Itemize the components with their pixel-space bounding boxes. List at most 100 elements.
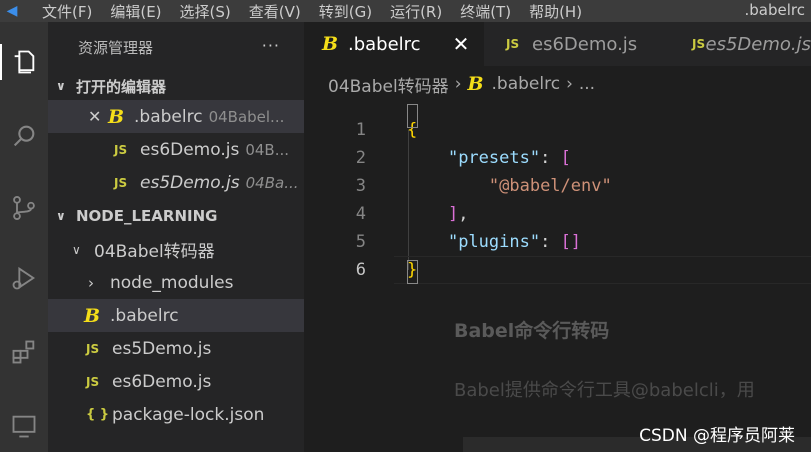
code-text: ], [407,200,469,228]
workspace-section[interactable]: ∨ NODE_LEARNING [48,199,304,233]
ghost-text: Babel提供命令行工具@babelcli，用 [454,380,755,401]
menu-edit[interactable]: 编辑(E) [110,1,161,22]
code-token: [] [560,232,582,252]
menu-run[interactable]: 运行(R) [390,1,442,22]
code-line[interactable]: 2 "presets": [ [304,144,811,172]
tree-item-es6demo[interactable]: JS es6Demo.js [48,365,304,398]
code-line[interactable]: 4 ], [304,200,811,228]
breadcrumb-file[interactable]: .babelrc [492,74,561,94]
tree-item-package-lock[interactable]: { } package-lock.json [48,398,304,431]
line-number: 3 [355,176,366,196]
code-text: "presets": [ [407,144,571,172]
line-number: 5 [355,232,366,252]
line-number: 6 [355,260,366,280]
tab-label: es5Demo.js [705,33,811,55]
explorer-title: 资源管理器 [78,38,154,57]
open-editor-item[interactable]: JS es6Demo.js 04B... [48,133,304,166]
explorer-header: 资源管理器 ··· [48,22,304,72]
code-token: "@babel/env" [488,176,612,196]
close-icon[interactable]: ✕ [88,107,108,126]
open-editor-desc: 04B... [245,140,290,159]
babel-icon: B [84,304,101,327]
tree-item-babelrc[interactable]: B .babelrc [48,299,304,332]
js-icon: JS [86,374,100,389]
open-editors-title: 打开的编辑器 [76,77,167,96]
open-editor-desc: 04Babel... [208,107,285,126]
tab-label: .babelrc [348,33,421,55]
code-editor[interactable]: Babel命令行转码 Babel提供命令行工具@babelcli，用 1{2 "… [304,102,811,452]
babel-icon: B [467,73,484,95]
vscode-logo-icon: ◀ [6,3,18,19]
code-line[interactable]: 1{ [304,116,811,144]
tree-item-label: es6Demo.js [112,371,212,392]
code-token: "plugins" [447,232,541,252]
chevron-down-icon: ∨ [72,242,81,257]
line-number: 1 [355,120,366,140]
chevron-right-icon: › [88,273,94,292]
js-icon: JS [114,142,128,157]
code-token: ] [447,204,459,224]
search-icon[interactable] [0,112,48,160]
tab-es6demo[interactable]: JS es6Demo.js [484,22,674,66]
breadcrumb-folder[interactable]: 04Babel转码器 [328,72,449,97]
json-icon: { } [86,407,110,422]
code-line[interactable]: 5 "plugins": [] [304,228,811,256]
more-actions-icon[interactable]: ··· [262,36,280,55]
explorer-icon[interactable] [0,38,48,86]
js-icon: JS [86,341,100,356]
code-token: "presets" [447,148,541,168]
breadcrumb-more[interactable]: ... [579,74,595,94]
chevron-right-icon: › [566,74,573,94]
code-line[interactable]: 3 "@babel/env" [304,172,811,200]
open-editors-section[interactable]: ∨ 打开的编辑器 [48,72,304,100]
menu-go[interactable]: 转到(G) [319,1,372,22]
open-editor-desc: 04Ba... [245,173,299,192]
tab-label: es6Demo.js [532,33,638,55]
workspace-title: NODE_LEARNING [76,207,218,225]
code-line[interactable]: 6} [304,256,811,284]
current-line-highlight [394,256,811,284]
open-editor-item[interactable]: JS es5Demo.js 04Ba... [48,166,304,199]
js-icon: JS [114,175,128,190]
code-token: , [458,204,469,224]
menu-terminal[interactable]: 终端(T) [460,1,511,22]
open-editor-item[interactable]: ✕ B .babelrc 04Babel... [48,100,304,133]
open-editor-name: es6Demo.js [140,139,240,160]
watermark: CSDN @程序员阿莱 [639,426,795,446]
tree-item-node-modules[interactable]: › node_modules [48,266,304,299]
chevron-right-icon: › [454,74,462,94]
source-control-icon[interactable] [0,184,48,232]
open-editor-name: es5Demo.js [140,172,240,193]
title-bar: ◀ 文件(F) 编辑(E) 选择(S) 查看(V) 转到(G) 运行(R) 终端… [0,0,811,22]
folder-name: 04Babel转码器 [94,242,215,262]
code-text: "plugins": [] [407,228,581,256]
extensions-icon[interactable] [0,328,48,376]
line-number: 4 [355,204,366,224]
tree-item-label: node_modules [110,272,234,293]
breadcrumb: 04Babel转码器 › B .babelrc › ... [304,66,811,102]
code-text: "@babel/env" [407,172,612,200]
folder-item[interactable]: ∨ 04Babel转码器 [48,233,304,266]
remote-explorer-icon[interactable] [0,402,48,450]
menu-selection[interactable]: 选择(S) [180,1,231,22]
tree-item-label: .babelrc [110,305,179,326]
explorer-sidebar: 资源管理器 ··· ∨ 打开的编辑器 ✕ B .babelrc 04Babel.… [48,22,304,452]
tab-babelrc[interactable]: B .babelrc ✕ [304,22,484,66]
menu-file[interactable]: 文件(F) [42,1,92,22]
menu-help[interactable]: 帮助(H) [529,1,582,22]
close-tab-icon[interactable]: ✕ [453,32,470,56]
tree-item-label: package-lock.json [112,404,265,425]
bracket-match-close [407,260,418,284]
babel-icon: B [322,33,339,55]
ghost-heading: Babel命令行转码 [454,320,610,342]
run-debug-icon[interactable] [0,254,48,302]
tree-item-es5demo[interactable]: JS es5Demo.js [48,332,304,365]
menu-view[interactable]: 查看(V) [249,1,301,22]
tab-es5demo[interactable]: JS es5Demo.js [674,22,811,66]
tree-item-label: es5Demo.js [112,338,212,359]
activity-bar [0,22,48,452]
